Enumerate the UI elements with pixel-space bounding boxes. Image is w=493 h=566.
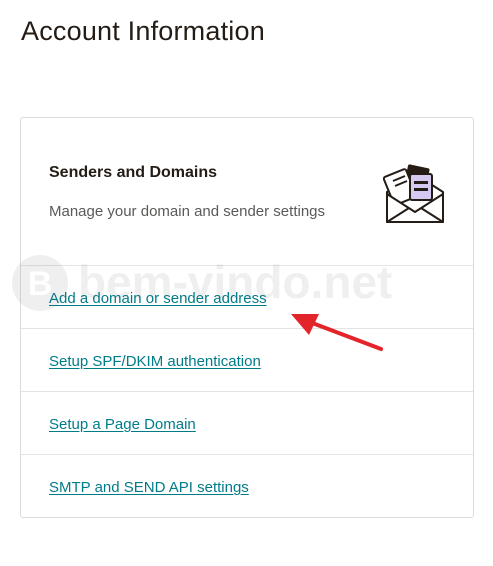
page-domain-link[interactable]: Setup a Page Domain (49, 416, 196, 433)
link-row-spf-dkim: Setup SPF/DKIM authentication (21, 329, 473, 392)
senders-domains-card: Senders and Domains Manage your domain a… (20, 117, 474, 518)
link-row-add-domain: Add a domain or sender address (21, 266, 473, 329)
card-description: Manage your domain and sender settings (49, 203, 326, 220)
spf-dkim-link[interactable]: Setup SPF/DKIM authentication (49, 353, 261, 370)
envelope-letter-icon (383, 164, 444, 223)
card-title: Senders and Domains (49, 164, 218, 181)
page: Account Information Senders and Domains … (0, 0, 493, 566)
card-header: Senders and Domains Manage your domain a… (21, 118, 473, 266)
page-title: Account Information (21, 16, 265, 46)
link-row-page-domain: Setup a Page Domain (21, 392, 473, 455)
add-domain-link[interactable]: Add a domain or sender address (49, 290, 267, 307)
link-row-smtp: SMTP and SEND API settings (21, 455, 473, 518)
smtp-api-link[interactable]: SMTP and SEND API settings (49, 479, 249, 496)
